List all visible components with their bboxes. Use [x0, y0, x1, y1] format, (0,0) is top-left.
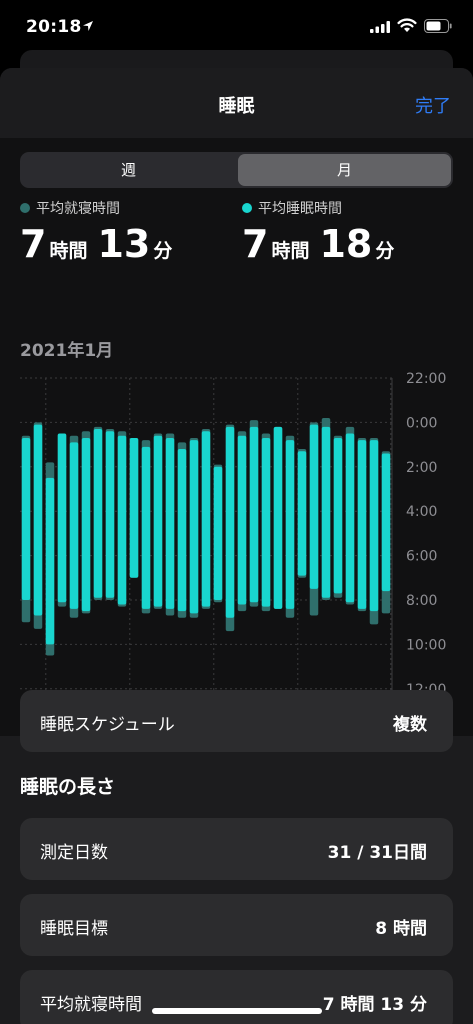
- y-tick-label: 0:00: [406, 415, 437, 431]
- location-arrow-icon: [83, 21, 93, 31]
- asleep-bar[interactable]: [105, 431, 115, 598]
- asleep-bar[interactable]: [357, 440, 367, 609]
- asleep-bar[interactable]: [57, 433, 67, 603]
- asleep-bar[interactable]: [117, 435, 127, 605]
- stat-label: 測定日数: [40, 843, 108, 863]
- navigation-bar: 睡眠 完了: [0, 68, 473, 138]
- asleep-bar[interactable]: [141, 446, 151, 609]
- cellular-signal-icon: [370, 21, 390, 33]
- stat-label: 平均就寝時間: [40, 995, 142, 1015]
- chart-panel: 週 月 平均就寝時間 平均睡眠時間 7 時間 13 分 7 時間 18 分 2021年1月 …: [0, 138, 473, 736]
- asleep-bar[interactable]: [381, 453, 391, 592]
- sleep-minutes: 18: [319, 222, 373, 266]
- asleep-bar[interactable]: [177, 449, 187, 612]
- sleep-legend-label: 平均睡眠時間: [258, 201, 342, 217]
- page-title: 睡眠: [218, 96, 255, 117]
- segment-month[interactable]: 月: [238, 154, 451, 186]
- sleep-schedule-row[interactable]: 睡眠スケジュール 複数: [20, 690, 453, 752]
- asleep-bar[interactable]: [285, 440, 295, 609]
- asleep-bar[interactable]: [93, 429, 103, 598]
- bedtime-hours-unit: 時間: [49, 240, 88, 262]
- y-tick-label: 10:00: [406, 637, 446, 653]
- stat-row-sleep-goal: 睡眠目標 8 時間: [20, 894, 453, 956]
- status-time: 20:18: [26, 17, 82, 37]
- sleep-hours-unit: 時間: [271, 240, 310, 262]
- asleep-bar[interactable]: [69, 442, 79, 609]
- asleep-bar[interactable]: [345, 433, 355, 603]
- stat-value: 7 時間 13 分: [322, 995, 427, 1015]
- asleep-bar[interactable]: [165, 437, 175, 609]
- in-bed-legend-dot: [20, 203, 30, 213]
- asleep-bar[interactable]: [273, 426, 283, 609]
- stat-value: 31 / 31日間: [327, 843, 427, 863]
- done-button[interactable]: 完了: [415, 92, 451, 118]
- stat-row-average-bedtime: 平均就寝時間 7 時間 13 分: [20, 970, 453, 1024]
- wifi-icon: [397, 18, 417, 32]
- bedtime-minutes: 13: [97, 222, 151, 266]
- sleep-hours: 7: [242, 222, 269, 266]
- status-bar: 20:18: [0, 0, 473, 56]
- sleep-chart[interactable]: 22:000:002:004:006:008:0010:0012:003日10日…: [0, 366, 473, 732]
- segment-week[interactable]: 週: [22, 154, 235, 186]
- period-label: 2021年1月: [20, 341, 114, 361]
- asleep-bar[interactable]: [369, 440, 379, 612]
- asleep-bar[interactable]: [261, 437, 271, 607]
- asleep-bar[interactable]: [45, 477, 55, 645]
- y-tick-label: 6:00: [406, 549, 437, 565]
- asleep-bar[interactable]: [129, 437, 139, 578]
- asleep-bar[interactable]: [249, 426, 259, 603]
- sleep-duration-heading: 睡眠の長さ: [20, 776, 116, 798]
- asleep-bar[interactable]: [189, 440, 199, 614]
- sleep-sheet: 睡眠 完了 週 月 平均就寝時間 平均睡眠時間 7 時間 13 分 7 時間 18 分 20…: [0, 68, 473, 1024]
- y-tick-label: 8:00: [406, 593, 437, 609]
- asleep-legend-dot: [242, 203, 252, 213]
- bedtime-average: 7 時間 13 分: [20, 222, 182, 266]
- y-tick-label: 4:00: [406, 504, 437, 520]
- sleep-schedule-value: 複数: [393, 715, 427, 735]
- asleep-bar[interactable]: [309, 424, 319, 589]
- sleep-schedule-label: 睡眠スケジュール: [40, 715, 175, 735]
- asleep-bar[interactable]: [237, 435, 247, 605]
- sleep-minutes-unit: 分: [375, 240, 395, 262]
- bedtime-legend: 平均就寝時間: [20, 198, 120, 218]
- stat-value: 8 時間: [375, 919, 427, 939]
- asleep-bar[interactable]: [225, 426, 235, 618]
- asleep-bar[interactable]: [213, 466, 223, 600]
- asleep-bar[interactable]: [321, 426, 331, 598]
- stat-row-measured-days: 測定日数 31 / 31日間: [20, 818, 453, 880]
- asleep-bar[interactable]: [33, 424, 43, 616]
- y-tick-label: 2:00: [406, 460, 437, 476]
- sleep-average: 7 時間 18 分: [242, 222, 404, 266]
- stat-label: 睡眠目標: [40, 919, 108, 939]
- period-segmented-control: 週 月: [20, 152, 453, 188]
- bedtime-hours: 7: [20, 222, 47, 266]
- asleep-bar[interactable]: [333, 437, 343, 594]
- asleep-bar[interactable]: [21, 437, 31, 600]
- bedtime-minutes-unit: 分: [153, 240, 173, 262]
- sleep-legend: 平均睡眠時間: [242, 198, 342, 218]
- asleep-bar[interactable]: [81, 437, 91, 612]
- bedtime-legend-label: 平均就寝時間: [36, 201, 120, 217]
- battery-icon: [424, 19, 452, 33]
- asleep-bar[interactable]: [201, 431, 211, 607]
- asleep-bar[interactable]: [153, 435, 163, 607]
- home-indicator[interactable]: [152, 1008, 322, 1014]
- asleep-bar[interactable]: [297, 451, 307, 576]
- y-tick-label: 22:00: [406, 371, 446, 387]
